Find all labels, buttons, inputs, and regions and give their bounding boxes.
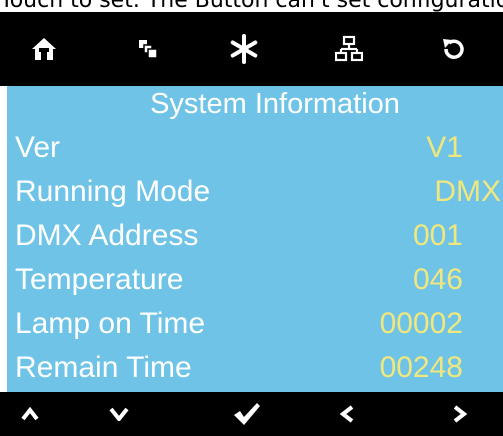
bottom-navbar	[0, 392, 503, 436]
info-row-dmx-address: DMX Address 001	[7, 214, 503, 258]
refresh-icon	[443, 39, 464, 59]
info-row-running-mode: Running Mode DMX	[7, 170, 503, 214]
row-value: 046	[412, 263, 463, 296]
info-row-temperature: Temperature 046	[7, 258, 503, 302]
confirm-button[interactable]	[217, 392, 277, 436]
check-icon	[234, 403, 260, 425]
row-value: 00002	[379, 307, 463, 340]
row-label: Running Mode	[15, 175, 211, 208]
info-row-version: Ver V1	[7, 126, 503, 170]
row-value: DMX	[434, 175, 501, 208]
copy-button[interactable]	[118, 12, 178, 86]
row-value: 001	[412, 219, 463, 252]
top-toolbar	[0, 12, 503, 86]
row-label: Temperature	[15, 263, 184, 296]
row-label: Ver	[15, 131, 61, 164]
asterisk-icon	[230, 34, 258, 64]
copy-icon	[139, 40, 158, 59]
row-value: 00248	[379, 351, 463, 384]
row-value: V1	[426, 131, 463, 164]
down-button[interactable]	[89, 392, 149, 436]
network-icon	[335, 35, 363, 62]
right-icon	[453, 405, 467, 423]
home-icon	[32, 38, 56, 60]
down-icon	[109, 407, 129, 421]
row-label: Lamp on Time	[15, 307, 206, 340]
network-button[interactable]	[319, 12, 379, 86]
top-hint-text: Touch to set. The Button can't set confi…	[0, 0, 503, 12]
row-label: DMX Address	[15, 219, 199, 252]
up-icon	[21, 407, 39, 421]
system-info-panel: System Information Ver V1 Running Mode D…	[7, 86, 503, 392]
up-button[interactable]	[0, 392, 60, 436]
refresh-button[interactable]	[423, 12, 483, 86]
page-title: System Information	[150, 88, 400, 120]
left-button[interactable]	[317, 392, 377, 436]
left-icon	[340, 405, 354, 423]
info-row-lamp-on-time: Lamp on Time 00002	[7, 302, 503, 346]
info-row-remain-time: Remain Time 00248	[7, 346, 503, 390]
row-label: Remain Time	[15, 351, 192, 384]
settings-button[interactable]	[214, 12, 274, 86]
top-hint-strip: Touch to set. The Button can't set confi…	[0, 0, 503, 12]
home-button[interactable]	[14, 12, 74, 86]
right-button[interactable]	[430, 392, 490, 436]
